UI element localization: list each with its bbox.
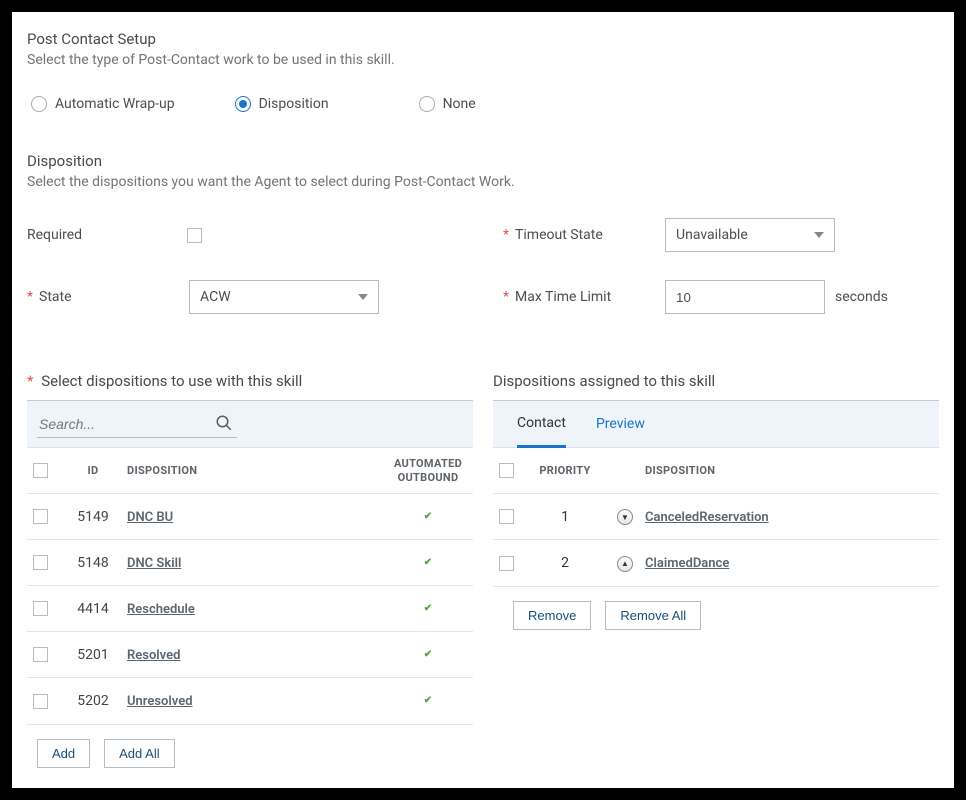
post-contact-subtitle: Select the type of Post-Contact work to … bbox=[27, 52, 939, 68]
required-star-icon: * bbox=[503, 227, 509, 243]
table-row: 1 ▼ CanceledReservation bbox=[493, 494, 939, 540]
select-all-checkbox[interactable] bbox=[499, 463, 514, 478]
radio-none[interactable]: None bbox=[419, 96, 476, 112]
col-auto-header: AUTOMATED OUTBOUND bbox=[383, 457, 473, 483]
row-priority: 2 bbox=[525, 555, 605, 571]
row-checkbox[interactable] bbox=[33, 509, 48, 524]
table-row: 5149DNC BU ✔ bbox=[27, 494, 473, 540]
check-icon: ✔ bbox=[424, 649, 432, 660]
post-contact-radio-group: Automatic Wrap-up Disposition None bbox=[27, 96, 939, 112]
row-id: 4414 bbox=[59, 601, 127, 617]
table-row: 5201Resolved ✔ bbox=[27, 632, 473, 678]
col-disposition-header: DISPOSITION bbox=[645, 464, 939, 477]
required-star-icon: * bbox=[503, 289, 509, 305]
remove-all-button[interactable]: Remove All bbox=[605, 601, 701, 630]
disposition-subtitle: Select the dispositions you want the Age… bbox=[27, 174, 939, 190]
table-row: 5202Unresolved ✔ bbox=[27, 678, 473, 724]
radio-label: Automatic Wrap-up bbox=[55, 96, 175, 112]
col-id-header: ID bbox=[59, 464, 127, 477]
priority-down-button[interactable]: ▼ bbox=[617, 509, 633, 525]
state-label: State bbox=[39, 289, 189, 305]
disposition-link[interactable]: Unresolved bbox=[127, 694, 193, 709]
timeout-state-label: Timeout State bbox=[515, 227, 665, 243]
state-select[interactable]: ACW bbox=[189, 280, 379, 314]
radio-disposition[interactable]: Disposition bbox=[235, 96, 329, 112]
select-all-checkbox[interactable] bbox=[33, 463, 48, 478]
table-row: 4414Reschedule ✔ bbox=[27, 586, 473, 632]
add-all-button[interactable]: Add All bbox=[104, 739, 174, 768]
tab-contact[interactable]: Contact bbox=[517, 401, 566, 448]
row-checkbox[interactable] bbox=[33, 601, 48, 616]
disposition-link[interactable]: CanceledReservation bbox=[645, 510, 769, 525]
table-row: 2 ▲ ClaimedDance bbox=[493, 540, 939, 586]
priority-up-button[interactable]: ▲ bbox=[617, 556, 633, 572]
row-id: 5149 bbox=[59, 509, 127, 525]
required-checkbox[interactable] bbox=[187, 228, 202, 243]
disposition-link[interactable]: Resolved bbox=[127, 648, 180, 663]
max-time-limit-input[interactable] bbox=[665, 280, 825, 314]
disposition-link[interactable]: ClaimedDance bbox=[645, 556, 729, 571]
col-disposition-header: DISPOSITION bbox=[127, 464, 383, 477]
check-icon: ✔ bbox=[424, 557, 432, 568]
search-input[interactable] bbox=[37, 410, 237, 438]
disposition-title: Disposition bbox=[27, 152, 939, 170]
check-icon: ✔ bbox=[424, 695, 432, 706]
row-checkbox[interactable] bbox=[33, 694, 48, 709]
row-id: 5148 bbox=[59, 555, 127, 571]
col-priority-header: PRIORITY bbox=[525, 464, 605, 477]
required-star-icon: * bbox=[27, 289, 33, 305]
radio-label: None bbox=[443, 96, 476, 112]
radio-icon bbox=[235, 96, 251, 112]
right-panel-title: Dispositions assigned to this skill bbox=[493, 372, 939, 390]
tab-preview[interactable]: Preview bbox=[596, 402, 645, 446]
row-id: 5201 bbox=[59, 647, 127, 663]
timeout-state-select[interactable]: Unavailable bbox=[665, 218, 835, 252]
check-icon: ✔ bbox=[424, 511, 432, 522]
required-label: Required bbox=[27, 227, 187, 243]
seconds-label: seconds bbox=[835, 289, 888, 305]
max-time-limit-label: Max Time Limit bbox=[515, 289, 665, 305]
disposition-link[interactable]: DNC BU bbox=[127, 510, 173, 525]
remove-button[interactable]: Remove bbox=[513, 601, 591, 630]
search-icon bbox=[215, 414, 233, 432]
radio-automatic-wrapup[interactable]: Automatic Wrap-up bbox=[31, 96, 175, 112]
row-checkbox[interactable] bbox=[33, 555, 48, 570]
row-priority: 1 bbox=[525, 509, 605, 525]
check-icon: ✔ bbox=[424, 603, 432, 614]
chevron-down-icon bbox=[814, 232, 824, 238]
disposition-link[interactable]: DNC Skill bbox=[127, 556, 181, 571]
add-button[interactable]: Add bbox=[37, 739, 90, 768]
radio-icon bbox=[419, 96, 435, 112]
table-row: 5148DNC Skill ✔ bbox=[27, 540, 473, 586]
left-panel-title: * Select dispositions to use with this s… bbox=[27, 372, 473, 390]
state-value: ACW bbox=[200, 289, 231, 305]
row-checkbox[interactable] bbox=[499, 509, 514, 524]
timeout-state-value: Unavailable bbox=[676, 227, 748, 243]
row-checkbox[interactable] bbox=[33, 647, 48, 662]
post-contact-title: Post Contact Setup bbox=[27, 30, 939, 48]
row-checkbox[interactable] bbox=[499, 556, 514, 571]
chevron-down-icon bbox=[358, 294, 368, 300]
disposition-link[interactable]: Reschedule bbox=[127, 602, 195, 617]
required-star-icon: * bbox=[27, 372, 33, 390]
radio-label: Disposition bbox=[259, 96, 329, 112]
radio-icon bbox=[31, 96, 47, 112]
row-id: 5202 bbox=[59, 693, 127, 709]
